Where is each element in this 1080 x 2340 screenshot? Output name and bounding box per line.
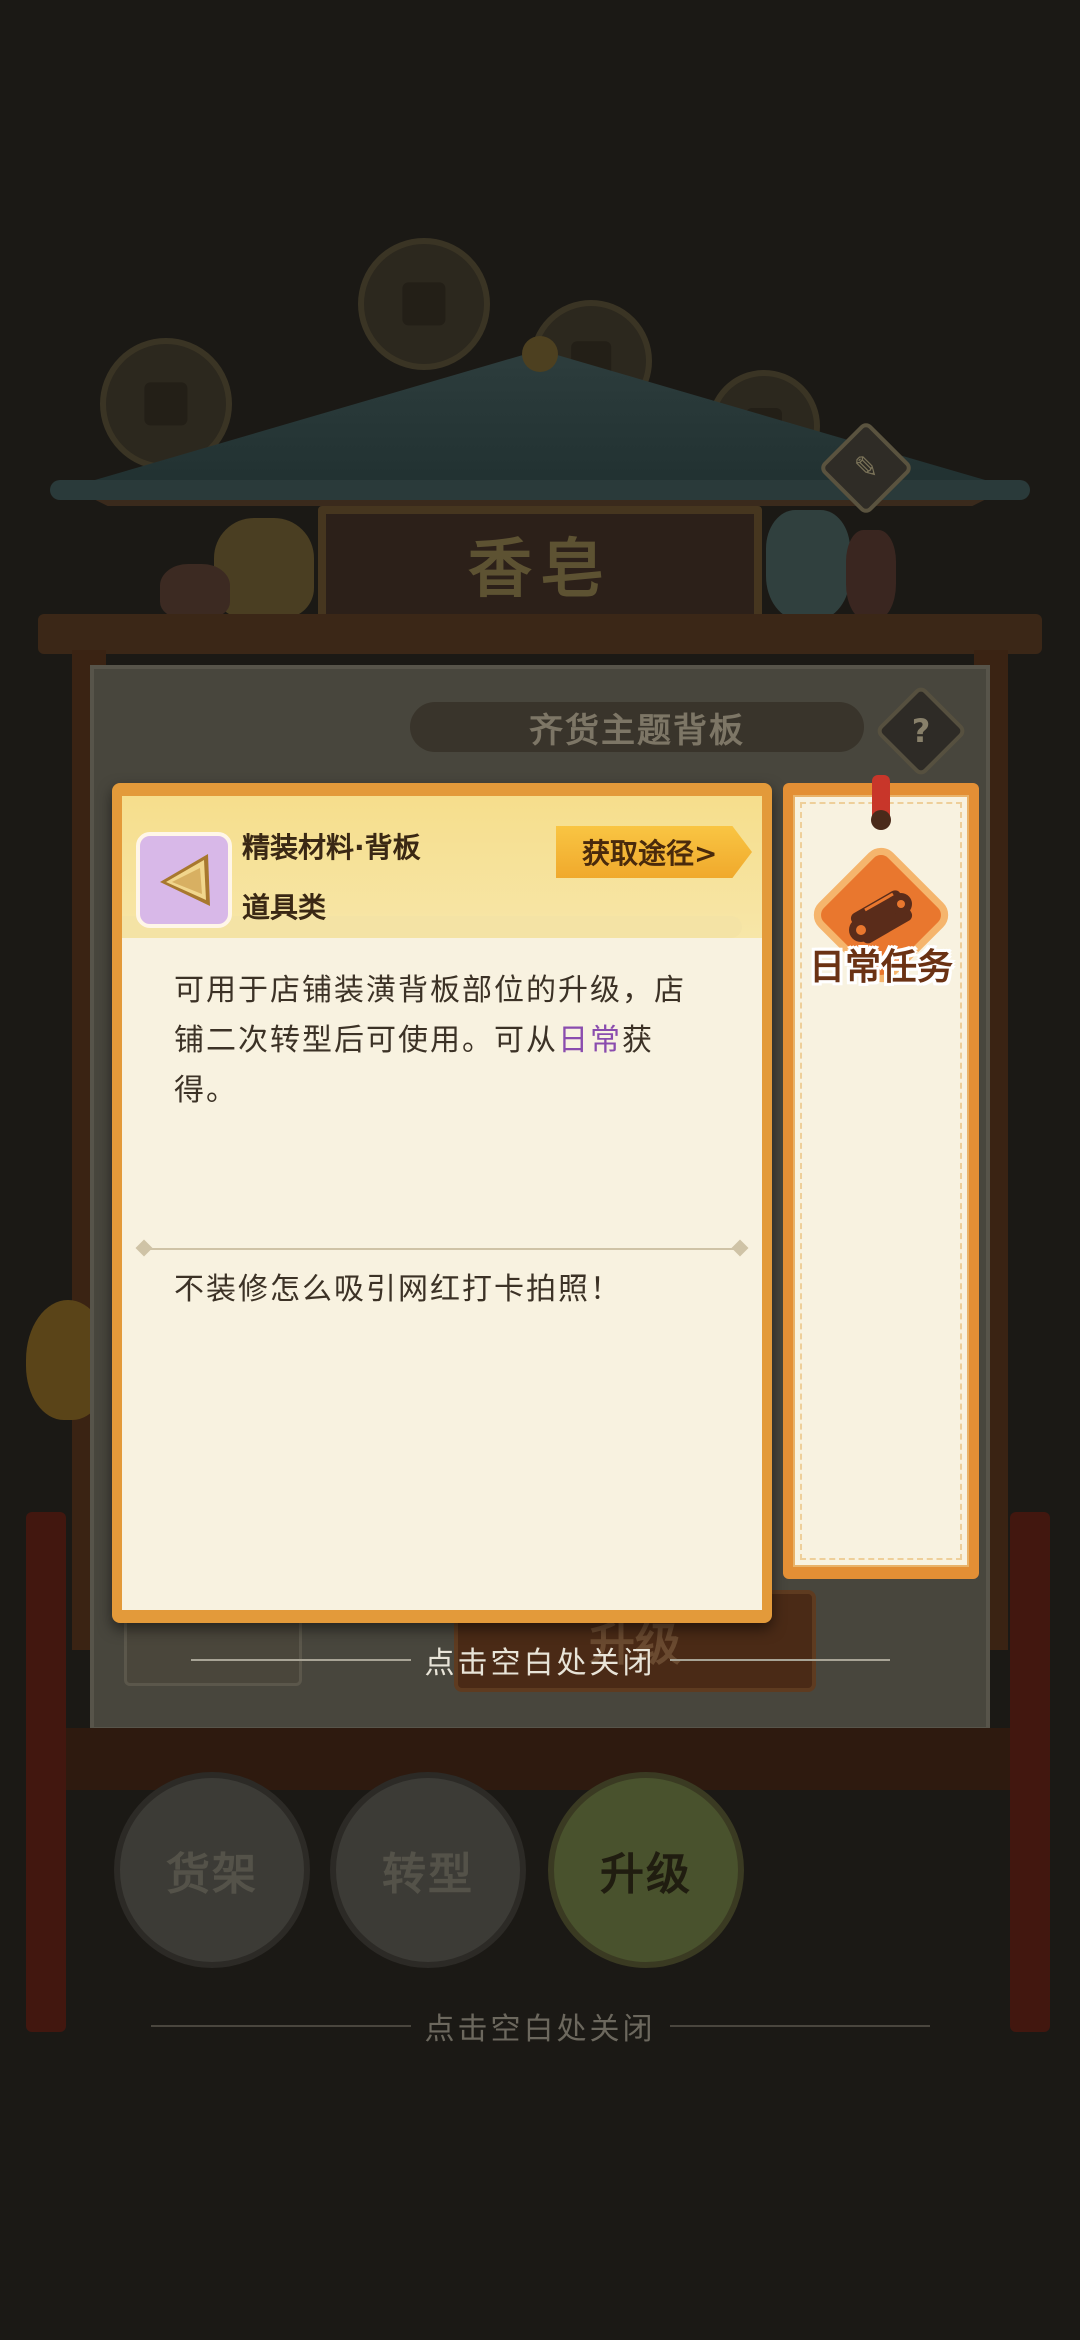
roof-finial (522, 336, 558, 372)
close-hint-inner-text: 点击空白处关闭 (424, 1646, 656, 1681)
panel-heading-text: 齐货主题背板 (529, 710, 745, 751)
nav-shelf-button[interactable]: 货架 (114, 1772, 310, 1968)
bottom-post-left (26, 1512, 66, 2032)
hint-line (669, 1659, 890, 1661)
pottery-jar (160, 564, 230, 618)
source-route-label: 获取途径> (582, 837, 718, 870)
item-description: 可用于店铺装潢背板部位的升级，店铺二次转型后可使用。可从日常获得。 (174, 966, 714, 1116)
item-category: 道具类 (242, 891, 327, 924)
nav-transform-label: 转型 (382, 1849, 474, 1900)
close-hint-outer[interactable]: 点击空白处关闭 (150, 2006, 930, 2047)
item-icon-frame (136, 832, 232, 928)
bottom-post-right (1010, 1512, 1050, 2032)
coin-ornament-icon (358, 238, 490, 370)
divider-diamond (731, 1239, 749, 1257)
flavor-text: 不装修怎么吸引网红打卡拍照！ (174, 1272, 622, 1307)
source-route-button[interactable]: 获取途径> (556, 826, 752, 878)
item-name: 精装材料·背板 (242, 831, 421, 864)
triangle-board-icon (160, 854, 210, 906)
pencil-icon: ✎ (853, 450, 879, 486)
close-hint-inner[interactable]: 点击空白处关闭 (150, 1640, 930, 1681)
question-mark-icon: ? (911, 712, 931, 750)
divider-line (144, 1248, 740, 1250)
hint-line (150, 2025, 411, 2027)
close-hint-outer-text: 点击空白处关闭 (424, 2012, 656, 2047)
hint-line (190, 1659, 411, 1661)
shop-title-plaque: 香皂 (318, 506, 762, 622)
pavilion-beam (38, 614, 1042, 654)
nav-upgrade-label: 升级 (600, 1849, 692, 1900)
item-header: 精装材料·背板 道具类 获取途径> (122, 796, 762, 938)
hint-line (669, 2025, 930, 2027)
shop-title: 香皂 (468, 532, 612, 607)
description-highlight-link[interactable]: 日常 (558, 1023, 622, 1058)
pin-dot (871, 810, 891, 830)
nav-upgrade-button[interactable]: 升级 (548, 1772, 744, 1968)
porcelain-vase (846, 530, 896, 620)
nav-shelf-label: 货架 (166, 1849, 258, 1900)
daily-task-label: 日常任务 (808, 947, 953, 988)
panel-heading: 齐货主题背板 (410, 702, 864, 752)
porcelain-vase (766, 510, 850, 620)
nav-transform-button[interactable]: 转型 (330, 1772, 526, 1968)
item-detail-card-body: 精装材料·背板 道具类 获取途径> 可用于店铺装潢背板部位的升级，店铺二次转型后… (122, 796, 762, 1610)
